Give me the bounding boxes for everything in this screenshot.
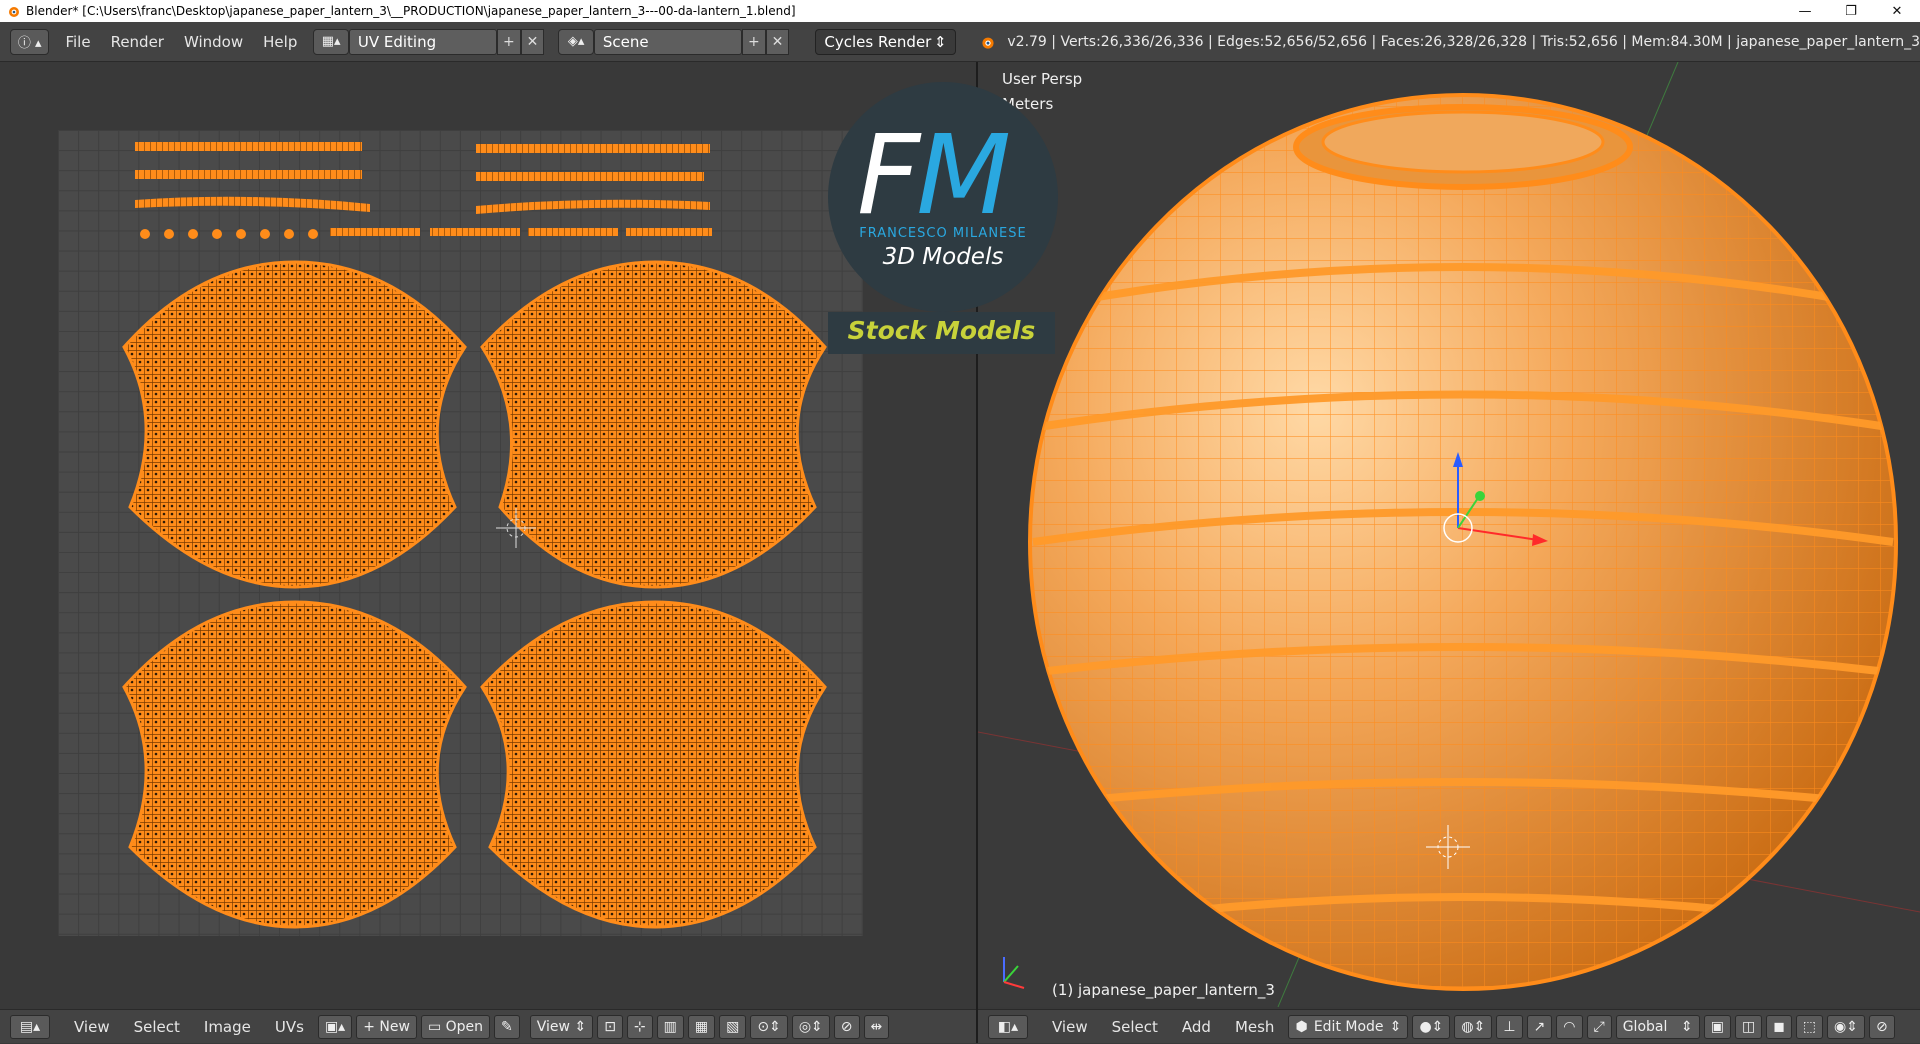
editor-type-image-icon[interactable]: ▤▴ <box>10 1014 50 1039</box>
window-title: Blender* [C:\Users\franc\Desktop\japanes… <box>26 4 796 18</box>
3d-viewport[interactable]: User Persp Meters (1) japanese_paper_lan… <box>978 62 1920 1007</box>
image-browse-icon[interactable]: ▣▴ <box>317 1014 353 1039</box>
uv-editor-header: ▤▴ View Select Image UVs ▣▴ + New ▭ Open… <box>0 1009 976 1043</box>
blender-logo-icon <box>982 37 994 49</box>
vertex-mode-icon[interactable]: ◫ <box>1734 1014 1763 1039</box>
chevron-updown-icon: ⇕ <box>1680 1018 1693 1035</box>
scene-icon[interactable]: ◈▴ <box>558 28 594 55</box>
mode-select[interactable]: ⬢ Edit Mode ⇕ <box>1288 1014 1409 1039</box>
new-image-label: New <box>379 1018 410 1035</box>
scene-field[interactable]: Scene <box>593 28 742 55</box>
blender-logo-icon <box>9 7 19 17</box>
vp-menu-select[interactable]: Select <box>1100 1010 1170 1044</box>
axis-indicator-icon <box>1003 957 1025 989</box>
uv-dots[interactable] <box>140 229 318 239</box>
mode-icon: ⬢ <box>1295 1018 1308 1035</box>
menu-window[interactable]: Window <box>174 22 253 62</box>
uv-menu-view[interactable]: View <box>62 1010 122 1044</box>
uv-menu-uvs[interactable]: UVs <box>263 1010 316 1044</box>
watermark-subtitle: 3D Models <box>882 244 1004 270</box>
shading-icon[interactable]: ●⇕ <box>1412 1014 1451 1039</box>
window-titlebar: Blender* [C:\Users\franc\Desktop\japanes… <box>0 0 1920 22</box>
add-scene-icon[interactable]: + <box>742 28 766 55</box>
viewport-header: ◧▴ View Select Add Mesh ⬢ Edit Mode ⇕ ●⇕ ◍… <box>978 1009 1920 1043</box>
editor-type-info-icon[interactable]: ⓘ ▴ <box>10 28 50 55</box>
translate-manip-icon[interactable]: ↗ <box>1526 1014 1553 1039</box>
pin-icon[interactable]: ✎ <box>494 1014 520 1039</box>
scene-stats: v2.79 | Verts:26,336/26,336 | Edges:52,6… <box>1007 33 1920 50</box>
open-image-button[interactable]: ▭ Open <box>420 1014 491 1039</box>
plus-icon: + <box>363 1018 380 1035</box>
rotate-manip-icon[interactable]: ◠ <box>1556 1014 1583 1039</box>
view-mode-label: View <box>536 1018 570 1035</box>
sticky-icon[interactable]: ⇹ <box>863 1014 890 1039</box>
mode-label: Edit Mode <box>1313 1018 1384 1035</box>
uv-menu-image[interactable]: Image <box>192 1010 263 1044</box>
pivot-point-icon[interactable]: ◍⇕ <box>1454 1014 1493 1039</box>
open-image-label: Open <box>445 1018 484 1035</box>
add-screen-icon[interactable]: + <box>496 28 521 55</box>
screen-layout-icon[interactable]: ▦▴ <box>313 28 349 55</box>
island-select-icon[interactable]: ▧ <box>719 1014 747 1039</box>
edge-select-icon[interactable]: ▥ <box>656 1014 684 1039</box>
delete-screen-icon[interactable]: ✕ <box>520 28 545 55</box>
uv-menu-select[interactable]: Select <box>122 1010 192 1044</box>
watermark-monogram: FM <box>857 120 1011 230</box>
face-select-icon[interactable]: ▦ <box>687 1014 716 1039</box>
render-engine-value: Cycles Render <box>824 32 932 51</box>
vertex-select-icon[interactable]: ⊹ <box>626 1014 653 1039</box>
orientation-label: Global <box>1622 1018 1668 1035</box>
scale-manip-icon[interactable]: ⤢ <box>1586 1014 1612 1039</box>
folder-icon: ▭ <box>427 1018 446 1035</box>
manipulator-toggle-icon[interactable]: ⊥ <box>1496 1014 1523 1039</box>
layer-icon[interactable]: ▣ <box>1703 1014 1731 1039</box>
orientation-select[interactable]: Global ⇕ <box>1615 1014 1700 1039</box>
uv-panels[interactable] <box>122 260 827 929</box>
occlude-icon[interactable]: ⬚ <box>1795 1014 1824 1039</box>
pivot-icon[interactable]: ⊙⇕ <box>750 1014 788 1039</box>
face-mode-icon[interactable]: ◼ <box>1766 1014 1792 1039</box>
chevron-updown-icon: ⇕ <box>934 32 947 51</box>
minimize-button[interactable]: — <box>1782 0 1828 22</box>
snap-icon[interactable]: ⊘ <box>833 1014 860 1039</box>
editor-type-3d-icon[interactable]: ◧▴ <box>988 1014 1028 1039</box>
watermark-badge-text: Stock Models <box>847 316 1036 345</box>
menu-file[interactable]: File <box>55 22 100 62</box>
uv-strips[interactable] <box>135 142 712 236</box>
vp-menu-mesh[interactable]: Mesh <box>1223 1010 1287 1044</box>
vp-menu-view[interactable]: View <box>1040 1010 1100 1044</box>
vp-menu-add[interactable]: Add <box>1170 1010 1223 1044</box>
view-name: User Persp <box>1002 70 1083 88</box>
render-engine-select[interactable]: Cycles Render ⇕ <box>815 28 956 55</box>
view-mode-select[interactable]: View ⇕ <box>529 1014 594 1039</box>
close-button[interactable]: ✕ <box>1874 0 1920 22</box>
snap-toggle-icon[interactable]: ⊘ <box>1868 1014 1895 1039</box>
delete-scene-icon[interactable]: ✕ <box>765 28 790 55</box>
monogram-m: M <box>916 111 1011 239</box>
info-header: ⓘ ▴ File Render Window Help ▦▴ UV Editin… <box>0 22 1920 62</box>
lantern-mesh[interactable] <box>978 62 1920 1007</box>
object-label: (1) japanese_paper_lantern_3 <box>1052 981 1275 999</box>
restore-button[interactable]: ❐ <box>1828 0 1874 22</box>
menu-render[interactable]: Render <box>101 22 174 62</box>
proportional-icon[interactable]: ◎⇕ <box>791 1014 830 1039</box>
chevron-updown-icon: ⇕ <box>1389 1018 1402 1035</box>
screen-layout-field[interactable]: UV Editing <box>348 28 497 55</box>
new-image-button[interactable]: + New <box>356 1014 417 1039</box>
proportional-edit-icon[interactable]: ◉⇕ <box>1827 1014 1865 1039</box>
monogram-f: F <box>857 111 920 239</box>
menu-help[interactable]: Help <box>253 22 307 62</box>
sync-select-icon[interactable]: ⊡ <box>597 1014 623 1039</box>
watermark-name: FRANCESCO MILANESE <box>859 226 1027 241</box>
